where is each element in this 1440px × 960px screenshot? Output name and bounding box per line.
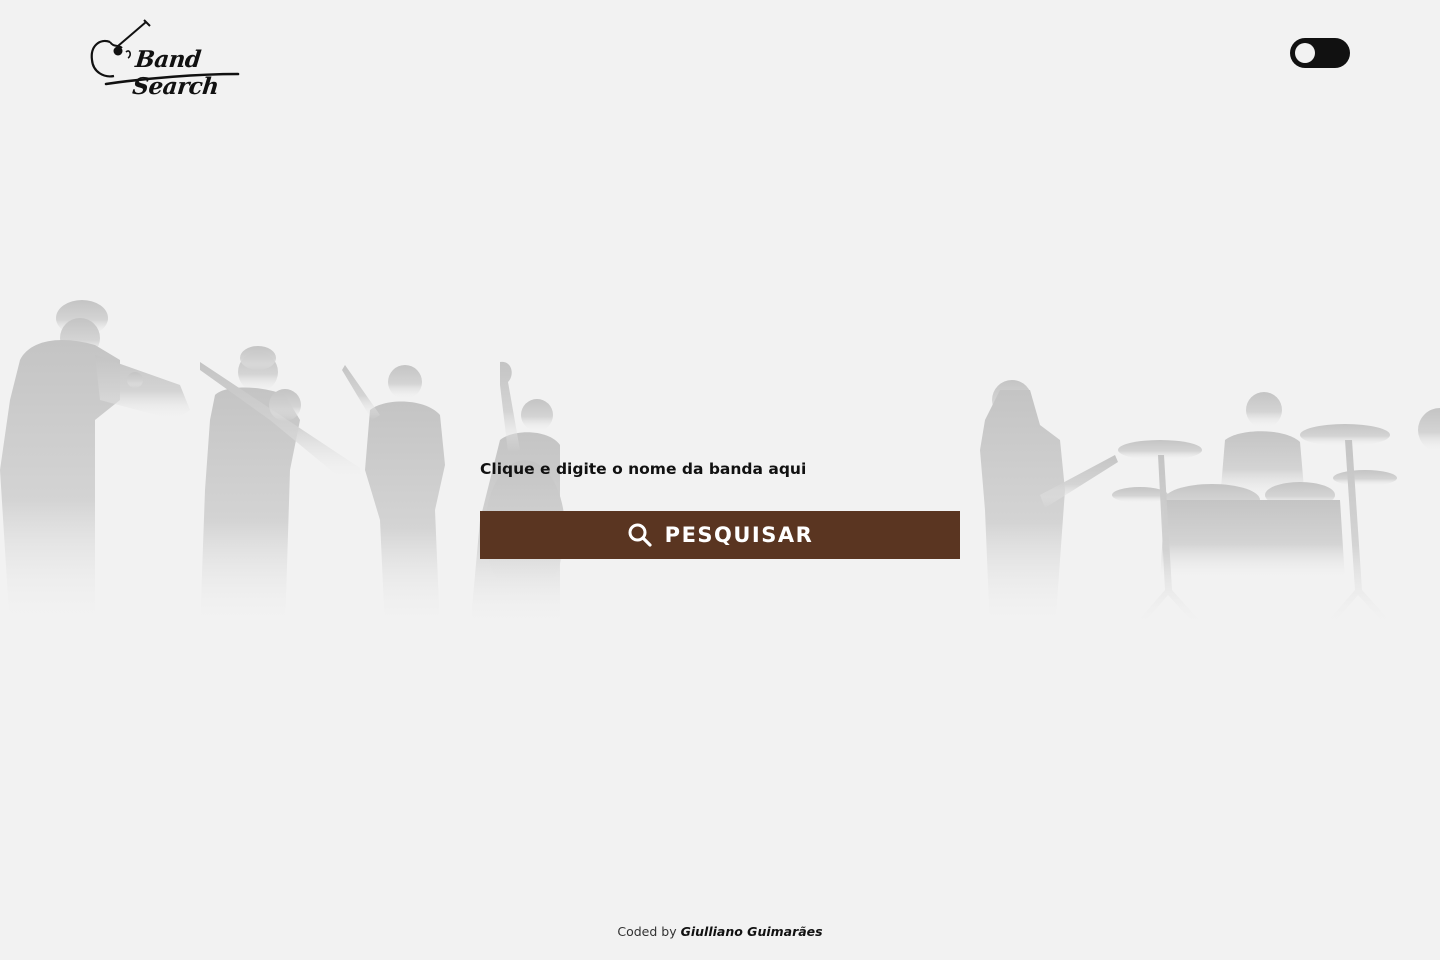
page: Band Search Clique e digite o nome da ba…: [0, 0, 1440, 960]
search-button-label: PESQUISAR: [664, 523, 814, 547]
theme-toggle[interactable]: [1290, 38, 1350, 68]
search-button[interactable]: PESQUISAR: [480, 511, 960, 559]
logo-text: Band Search: [131, 46, 220, 100]
logo[interactable]: Band Search: [88, 18, 258, 100]
footer-prefix: Coded by: [617, 924, 677, 939]
footer-author[interactable]: Giulliano Guimarães: [681, 924, 823, 939]
search-label[interactable]: Clique e digite o nome da banda aqui: [480, 460, 960, 478]
footer: Coded by Giulliano Guimarães: [0, 924, 1440, 939]
theme-toggle-knob: [1295, 43, 1315, 63]
search-icon: [628, 523, 652, 547]
search-input[interactable]: [480, 486, 960, 506]
